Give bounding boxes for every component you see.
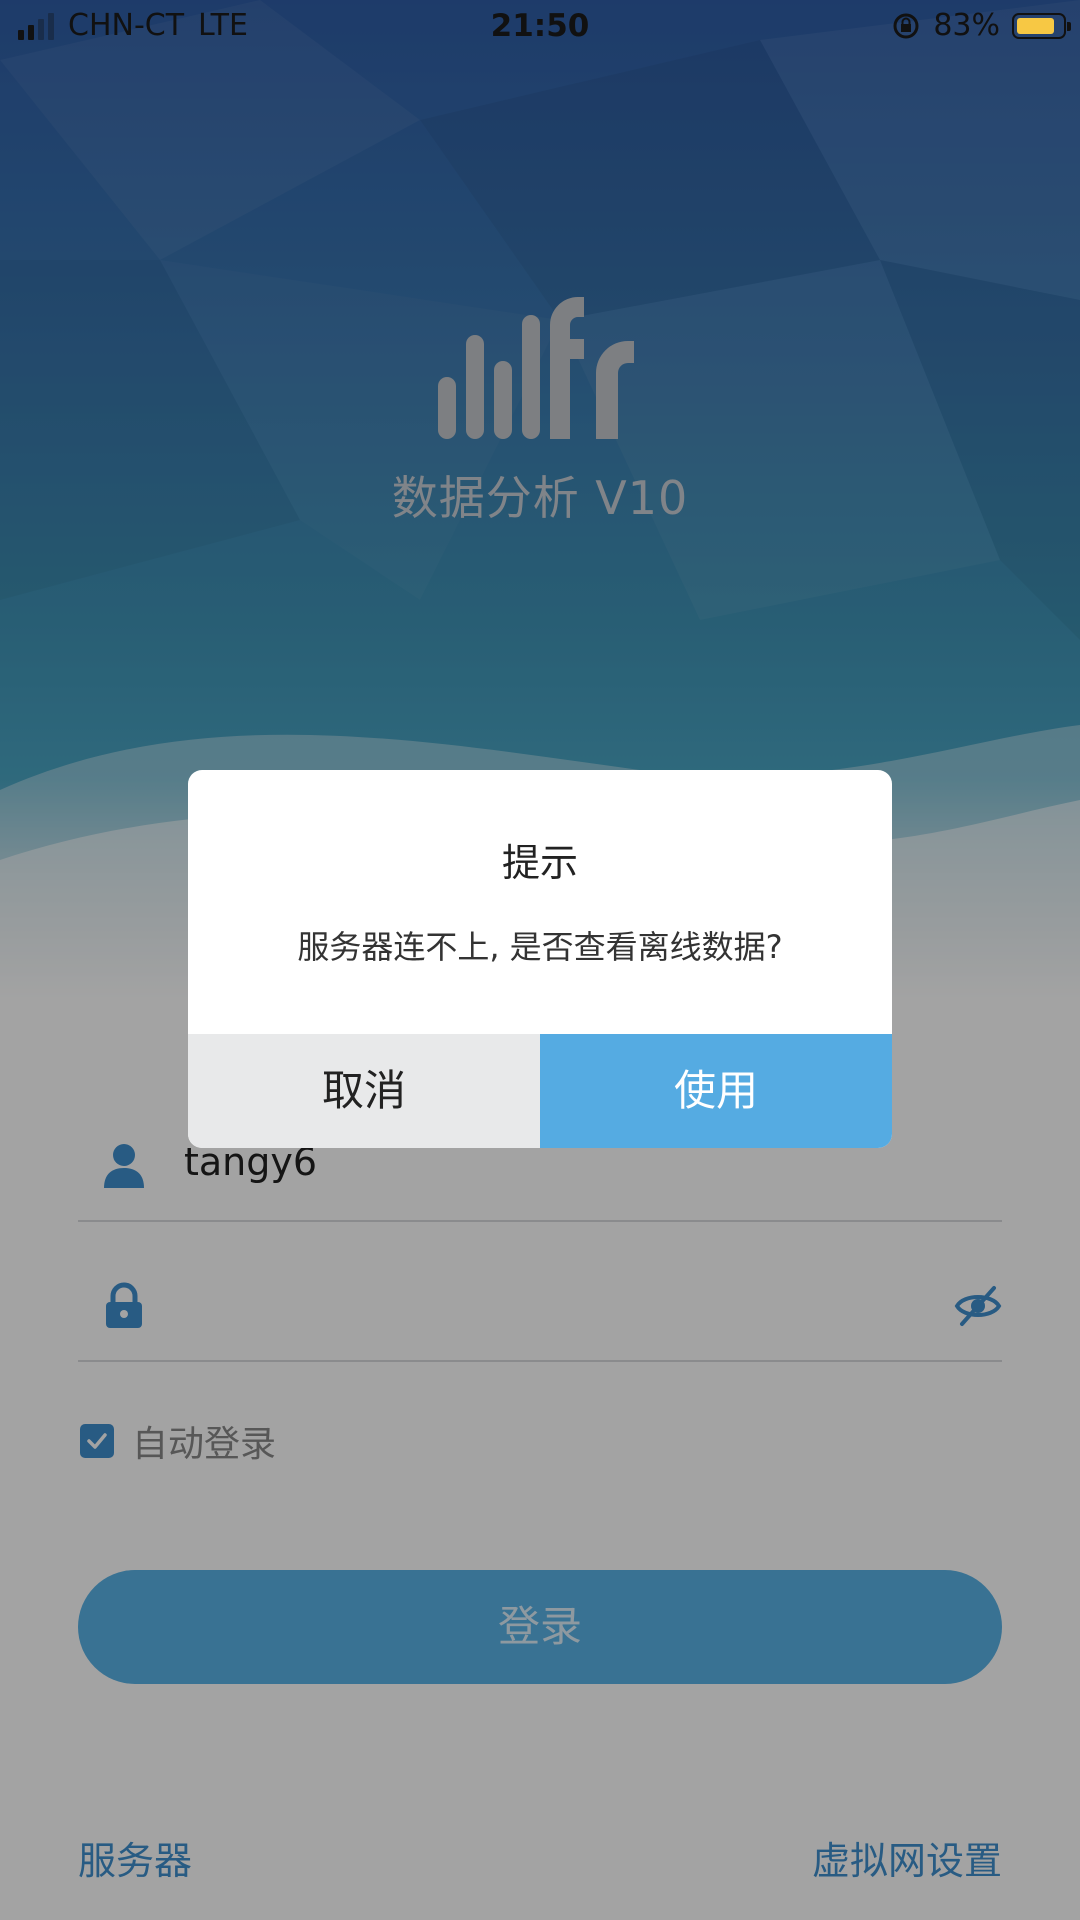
login-screen: CHN-CT LTE 21:50 83% 数据分析 V10 tangy6 自动登… <box>0 0 1080 1920</box>
dialog-buttons: 取消 使用 <box>188 1034 892 1148</box>
rotation-lock-icon <box>893 13 919 38</box>
battery-icon <box>1012 12 1071 39</box>
status-right: 83% <box>891 8 1071 43</box>
offline-data-dialog: 提示 服务器连不上, 是否查看离线数据? 取消 使用 <box>188 770 892 1148</box>
dialog-message: 服务器连不上, 是否查看离线数据? <box>297 928 783 966</box>
battery-percent: 83% <box>933 8 1000 43</box>
battery-level-fill <box>1017 17 1054 34</box>
cancel-button[interactable]: 取消 <box>188 1034 540 1148</box>
status-bar: CHN-CT LTE 21:50 83% <box>0 0 1080 56</box>
use-offline-data-button[interactable]: 使用 <box>540 1034 892 1148</box>
dialog-title: 提示 <box>501 841 578 885</box>
